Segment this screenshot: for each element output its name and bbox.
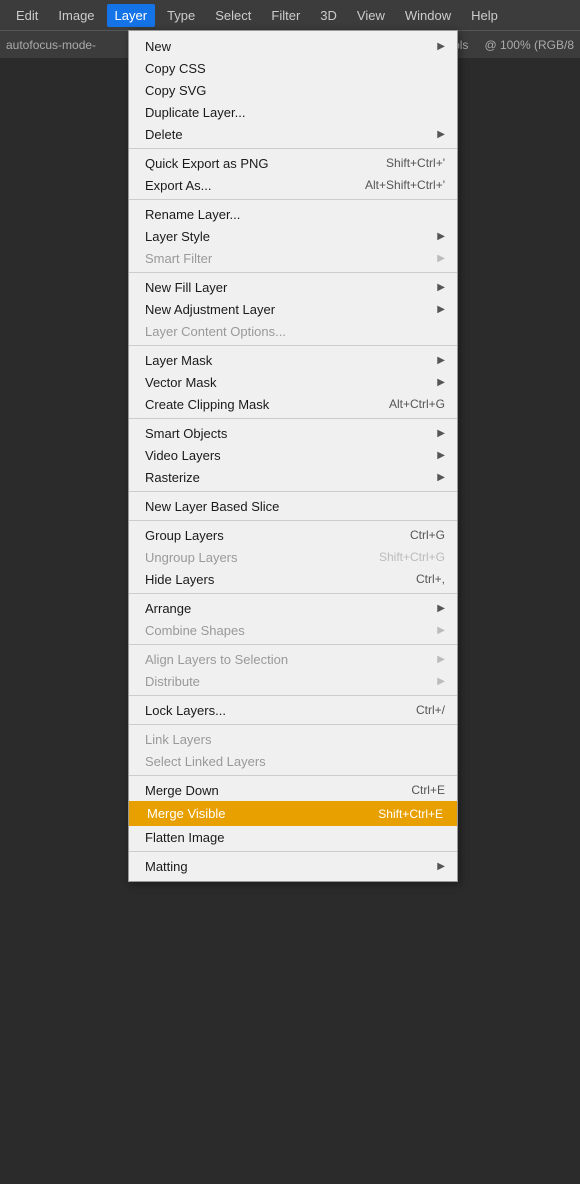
layer-dropdown-menu: New ▶ Copy CSS Copy SVG Duplicate Layer.… <box>128 30 458 882</box>
menubar-type[interactable]: Type <box>159 4 203 27</box>
menu-item-copy-css[interactable]: Copy CSS <box>129 57 457 79</box>
menu-item-group-layers[interactable]: Group Layers Ctrl+G <box>129 524 457 546</box>
arrow-icon: ▶ <box>437 625 445 636</box>
menu-item-quick-export[interactable]: Quick Export as PNG Shift+Ctrl+' <box>129 152 457 174</box>
menubar-image[interactable]: Image <box>50 4 102 27</box>
menu-item-lock-layers[interactable]: Lock Layers... Ctrl+/ <box>129 699 457 721</box>
menu-item-new[interactable]: New ▶ <box>129 35 457 57</box>
menu-item-flatten-image[interactable]: Flatten Image <box>129 826 457 848</box>
arrow-icon: ▶ <box>437 654 445 665</box>
menubar-window[interactable]: Window <box>397 4 459 27</box>
menu-item-new-fill-layer[interactable]: New Fill Layer ▶ <box>129 276 457 298</box>
menu-item-vector-mask[interactable]: Vector Mask ▶ <box>129 371 457 393</box>
arrow-icon: ▶ <box>437 676 445 687</box>
menubar-select[interactable]: Select <box>207 4 259 27</box>
arrow-icon: ▶ <box>437 253 445 264</box>
separator-10 <box>129 695 457 696</box>
separator-5 <box>129 418 457 419</box>
separator-8 <box>129 593 457 594</box>
menu-item-rename-layer[interactable]: Rename Layer... <box>129 203 457 225</box>
arrow-icon: ▶ <box>437 603 445 614</box>
menu-item-copy-svg[interactable]: Copy SVG <box>129 79 457 101</box>
menu-item-ungroup-layers[interactable]: Ungroup Layers Shift+Ctrl+G <box>129 546 457 568</box>
separator-6 <box>129 491 457 492</box>
separator-13 <box>129 851 457 852</box>
menu-item-merge-visible[interactable]: Merge Visible Shift+Ctrl+E <box>129 801 457 826</box>
arrow-icon: ▶ <box>437 282 445 293</box>
menu-item-combine-shapes[interactable]: Combine Shapes ▶ <box>129 619 457 641</box>
arrow-icon: ▶ <box>437 304 445 315</box>
menu-item-matting[interactable]: Matting ▶ <box>129 855 457 877</box>
menu-item-export-as[interactable]: Export As... Alt+Shift+Ctrl+' <box>129 174 457 196</box>
arrow-icon: ▶ <box>437 428 445 439</box>
separator-11 <box>129 724 457 725</box>
arrow-icon: ▶ <box>437 377 445 388</box>
menubar: Edit Image Layer Type Select Filter 3D V… <box>0 0 580 30</box>
arrow-icon: ▶ <box>437 472 445 483</box>
menu-item-distribute[interactable]: Distribute ▶ <box>129 670 457 692</box>
menu-item-new-layer-based-slice[interactable]: New Layer Based Slice <box>129 495 457 517</box>
menubar-layer[interactable]: Layer <box>107 4 156 27</box>
menu-item-layer-mask[interactable]: Layer Mask ▶ <box>129 349 457 371</box>
separator-12 <box>129 775 457 776</box>
separator-4 <box>129 345 457 346</box>
arrow-icon: ▶ <box>437 450 445 461</box>
arrow-icon: ▶ <box>437 129 445 140</box>
menu-item-hide-layers[interactable]: Hide Layers Ctrl+, <box>129 568 457 590</box>
menu-item-new-adjustment-layer[interactable]: New Adjustment Layer ▶ <box>129 298 457 320</box>
arrow-icon: ▶ <box>437 861 445 872</box>
menubar-view[interactable]: View <box>349 4 393 27</box>
menu-item-link-layers[interactable]: Link Layers <box>129 728 457 750</box>
arrow-icon: ▶ <box>437 231 445 242</box>
separator-7 <box>129 520 457 521</box>
menubar-edit[interactable]: Edit <box>8 4 46 27</box>
menu-item-rasterize[interactable]: Rasterize ▶ <box>129 466 457 488</box>
dropdown-menu-container: New ▶ Copy CSS Copy SVG Duplicate Layer.… <box>128 30 458 882</box>
arrow-icon: ▶ <box>437 355 445 366</box>
menubar-3d[interactable]: 3D <box>312 4 345 27</box>
menubar-filter[interactable]: Filter <box>263 4 308 27</box>
menubar-help[interactable]: Help <box>463 4 506 27</box>
menu-item-align-layers[interactable]: Align Layers to Selection ▶ <box>129 648 457 670</box>
menu-item-smart-objects[interactable]: Smart Objects ▶ <box>129 422 457 444</box>
menu-item-video-layers[interactable]: Video Layers ▶ <box>129 444 457 466</box>
menu-item-layer-content-options[interactable]: Layer Content Options... <box>129 320 457 342</box>
separator-1 <box>129 148 457 149</box>
menu-item-smart-filter[interactable]: Smart Filter ▶ <box>129 247 457 269</box>
separator-3 <box>129 272 457 273</box>
menu-item-select-linked-layers[interactable]: Select Linked Layers <box>129 750 457 772</box>
menu-item-merge-down[interactable]: Merge Down Ctrl+E <box>129 779 457 801</box>
arrow-icon: ▶ <box>437 41 445 52</box>
menu-item-duplicate-layer[interactable]: Duplicate Layer... <box>129 101 457 123</box>
menu-item-arrange[interactable]: Arrange ▶ <box>129 597 457 619</box>
separator-2 <box>129 199 457 200</box>
separator-9 <box>129 644 457 645</box>
toolbar-info-label: @ 100% (RGB/8 <box>484 38 574 52</box>
menu-item-delete[interactable]: Delete ▶ <box>129 123 457 145</box>
menu-item-layer-style[interactable]: Layer Style ▶ <box>129 225 457 247</box>
toolbar-context-label: autofocus-mode- <box>6 38 96 52</box>
menu-item-create-clipping-mask[interactable]: Create Clipping Mask Alt+Ctrl+G <box>129 393 457 415</box>
